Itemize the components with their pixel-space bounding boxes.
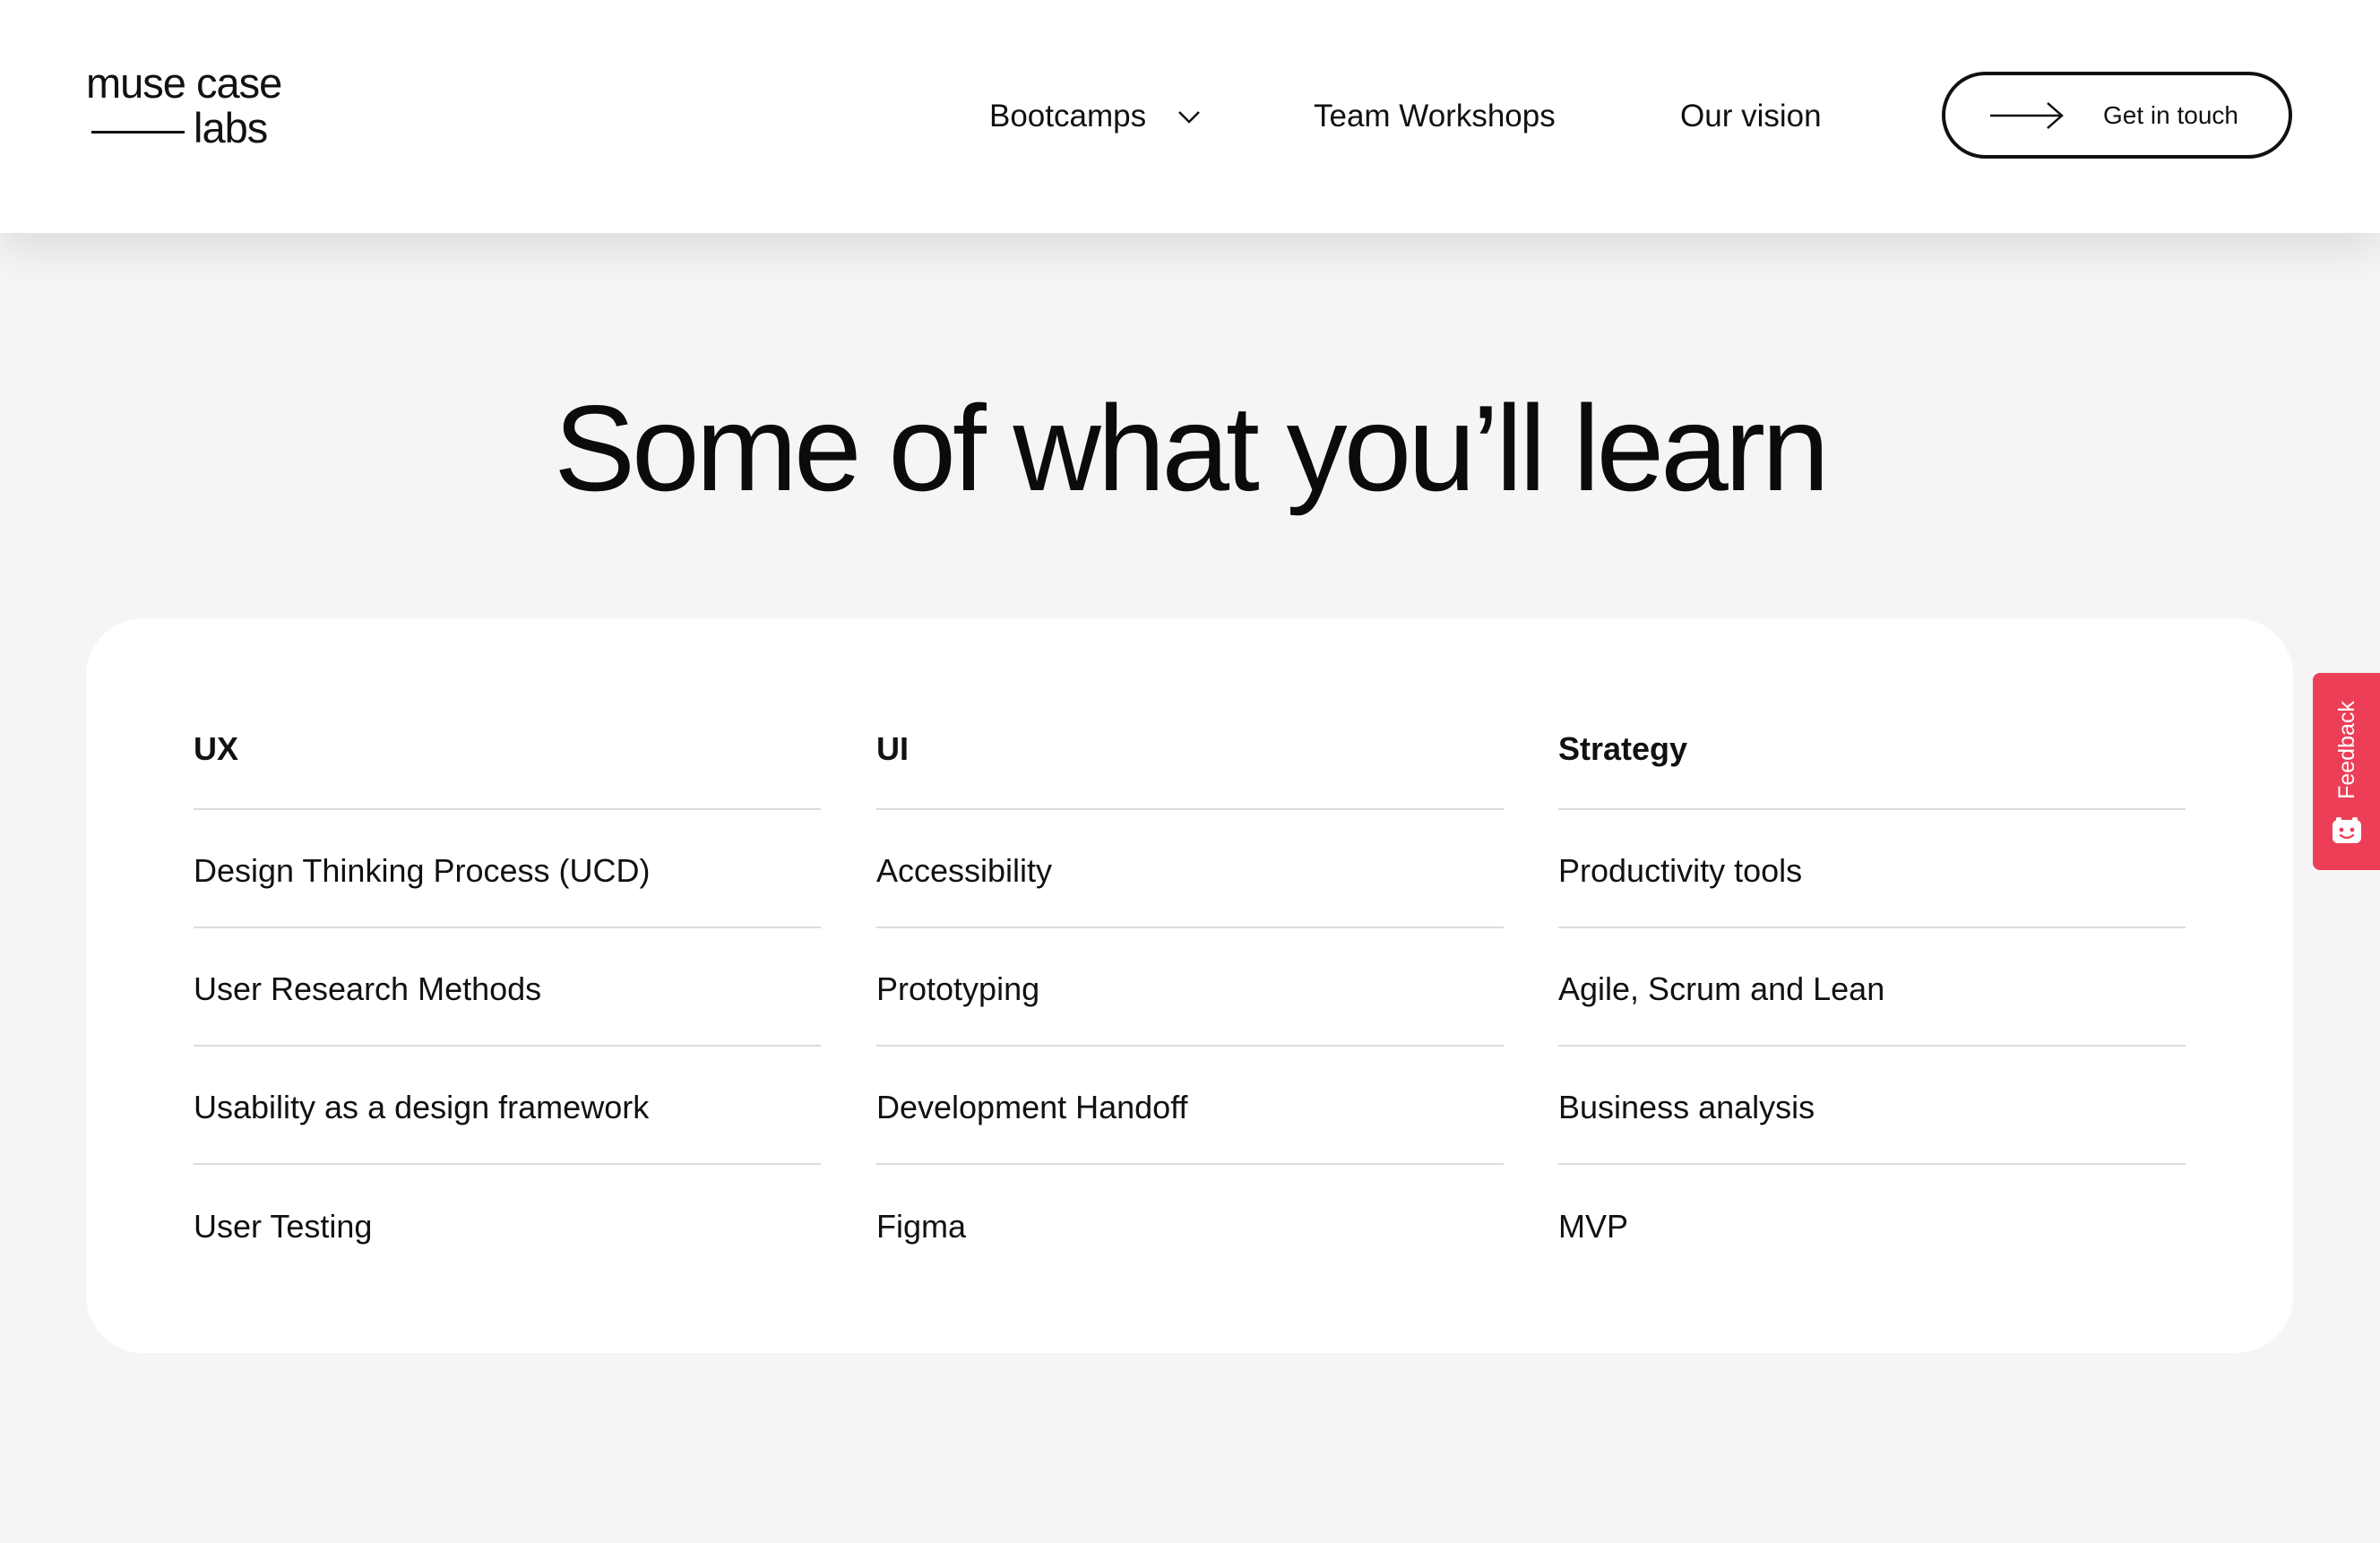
feedback-label: Feedback [2334,701,2359,799]
list-item: Figma [876,1208,967,1245]
logo-text-top: muse case [86,59,282,107]
row-divider [1558,1163,2186,1165]
column-heading: UX [194,730,239,767]
row-divider [876,1163,1504,1165]
row-divider [876,1045,1504,1047]
logo-rule [91,131,185,134]
list-item: Design Thinking Process (UCD) [194,852,651,889]
page-title: Some of what you’ll learn [554,380,1829,516]
row-divider [194,927,821,928]
list-item: MVP [1558,1208,1629,1245]
list-item: Productivity tools [1558,852,1803,889]
nav-team-workshops[interactable]: Team Workshops [1314,97,1556,136]
logo[interactable]: muse case labs [86,61,328,159]
row-divider [1558,1045,2186,1047]
arrow-right-icon [1990,102,2064,129]
row-divider [1558,927,2186,928]
column-heading: UI [876,730,909,767]
nav-bootcamps[interactable]: Bootcamps [989,97,1146,136]
list-item: Development Handoff [876,1089,1188,1125]
nav-our-vision[interactable]: Our vision [1680,97,1822,136]
list-item: Accessibility [876,852,1053,889]
row-divider [876,808,1504,810]
smiley-icon [2333,817,2361,843]
row-divider [194,1045,821,1047]
list-item: User Testing [194,1208,373,1245]
list-item: Usability as a design framework [194,1089,650,1125]
get-in-touch-label: Get in touch [2103,101,2238,129]
chevron-down-icon[interactable] [1176,106,1203,127]
list-item: Agile, Scrum and Lean [1558,970,1885,1007]
row-divider [1558,808,2186,810]
feedback-tab[interactable]: Feedback [2313,673,2380,870]
logo-text-bottom: labs [194,104,268,151]
row-divider [194,808,821,810]
list-item: User Research Methods [194,970,542,1007]
list-item: Business analysis [1558,1089,1815,1125]
list-item: Prototyping [876,970,1040,1007]
get-in-touch-button[interactable]: Get in touch [1942,72,2292,159]
column-heading: Strategy [1558,730,1688,767]
curriculum-card: UX Design Thinking Process (UCD) User Re… [86,618,2293,1353]
row-divider [876,927,1504,928]
site-header: muse case labs Bootcamps Team Workshops … [0,0,2380,233]
row-divider [194,1163,821,1165]
